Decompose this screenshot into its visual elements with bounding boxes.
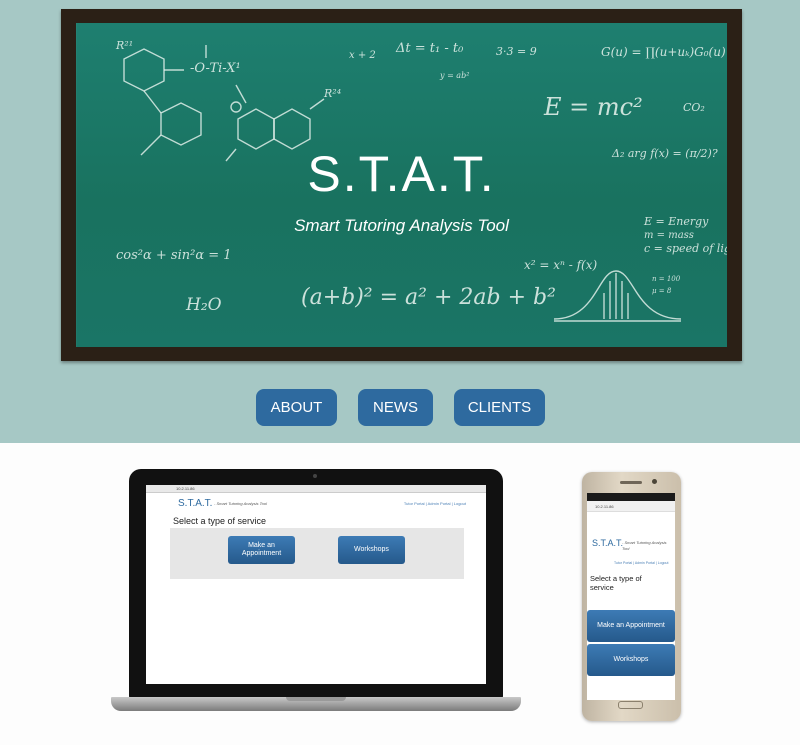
laptop-browser-bar: 10.2.11.86 (146, 485, 486, 493)
page-subtitle: Smart Tutoring Analysis Tool (294, 216, 509, 235)
laptop-screen: 10.2.11.86 S.T.A.T. - Smart Tutoring Ana… (146, 485, 486, 684)
chalkboard-frame: R²¹ -O-Ti-X¹ R²⁴ x + 2 Δt = t₁ - t₀ 3·3 … (61, 9, 742, 361)
phone-mockup: 10.2.11.86 S.T.A.T. - Smart Tutoring Ana… (582, 472, 681, 721)
phone-portal-links: Tutor Portal | Admin Portal | Logout (614, 561, 669, 565)
chalk-formula: E = mc² (544, 93, 643, 121)
chalk-formula: n = 100 (652, 275, 681, 283)
laptop-service-panel: Make an Appointment Workshops (170, 528, 464, 579)
phone-workshops-button: Workshops (587, 644, 675, 676)
laptop-appointment-button: Make an Appointment (228, 536, 295, 564)
chalk-formula: y = ab² (440, 71, 470, 80)
page-title: S.T.A.T. (307, 146, 496, 202)
phone-site-tagline: - Smart Tutoring Analysis Tool (622, 540, 667, 551)
phone-speaker (620, 481, 642, 484)
nav-about-button[interactable]: ABOUT (256, 389, 337, 426)
chalk-label-oti: -O-Ti-X¹ (190, 61, 241, 76)
phone-appointment-button: Make an Appointment (587, 610, 675, 642)
phone-camera (652, 479, 657, 484)
laptop-base (111, 697, 521, 711)
chalk-formula: 3·3 = 9 (496, 45, 537, 58)
chalk-formula: CO₂ (683, 101, 705, 114)
laptop-workshops-button: Workshops (338, 536, 405, 564)
phone-browser-url: 10.2.11.86 (587, 501, 675, 512)
chalkboard: R²¹ -O-Ti-X¹ R²⁴ x + 2 Δt = t₁ - t₀ 3·3 … (76, 23, 727, 347)
laptop-service-heading: Select a type of service (173, 516, 267, 526)
chalk-formula: (a+b)² = a² + 2ab + b² (301, 285, 556, 310)
laptop-browser-url: 10.2.11.86 (176, 486, 195, 491)
laptop-notch (286, 697, 346, 701)
main-nav: ABOUT NEWS CLIENTS (0, 389, 800, 427)
hero-section: R²¹ -O-Ti-X¹ R²⁴ x + 2 Δt = t₁ - t₀ 3·3 … (0, 0, 800, 443)
chalk-formula: c = speed of light (644, 242, 727, 255)
laptop-site-tagline: - Smart Tutoring Analysis Tool (214, 501, 267, 506)
chalk-formula: x² = xⁿ - f(x) (524, 258, 598, 272)
nav-news-button[interactable]: NEWS (358, 389, 433, 426)
chalk-formula: cos²α + sin²α = 1 (116, 248, 232, 263)
chalk-formula: x + 2 (349, 50, 376, 61)
laptop-camera (313, 474, 317, 478)
chalk-label-r21: R²¹ (116, 39, 134, 52)
laptop-mockup: 10.2.11.86 S.T.A.T. - Smart Tutoring Ana… (129, 469, 503, 698)
chalk-formula: μ = 8 (652, 287, 672, 295)
phone-screen: 10.2.11.86 S.T.A.T. - Smart Tutoring Ana… (587, 493, 675, 700)
phone-service-heading: Select a type of service (590, 574, 642, 592)
phone-site-logo: S.T.A.T. (592, 538, 624, 548)
laptop-site-logo: S.T.A.T. (178, 498, 213, 509)
chalk-label-r24: R²⁴ (324, 87, 342, 100)
chalk-formula: Δt = t₁ - t₀ (396, 41, 464, 56)
phone-home-button (618, 701, 643, 709)
phone-status-bar (587, 493, 675, 501)
laptop-portal-links: Tutor Portal | Admin Portal | Logout (403, 501, 466, 506)
chalk-formula: G(u) = ∏(u+uₖ)G₀(u) (601, 45, 726, 59)
chalk-formula: H₂O (186, 295, 222, 315)
nav-clients-button[interactable]: CLIENTS (454, 389, 545, 426)
